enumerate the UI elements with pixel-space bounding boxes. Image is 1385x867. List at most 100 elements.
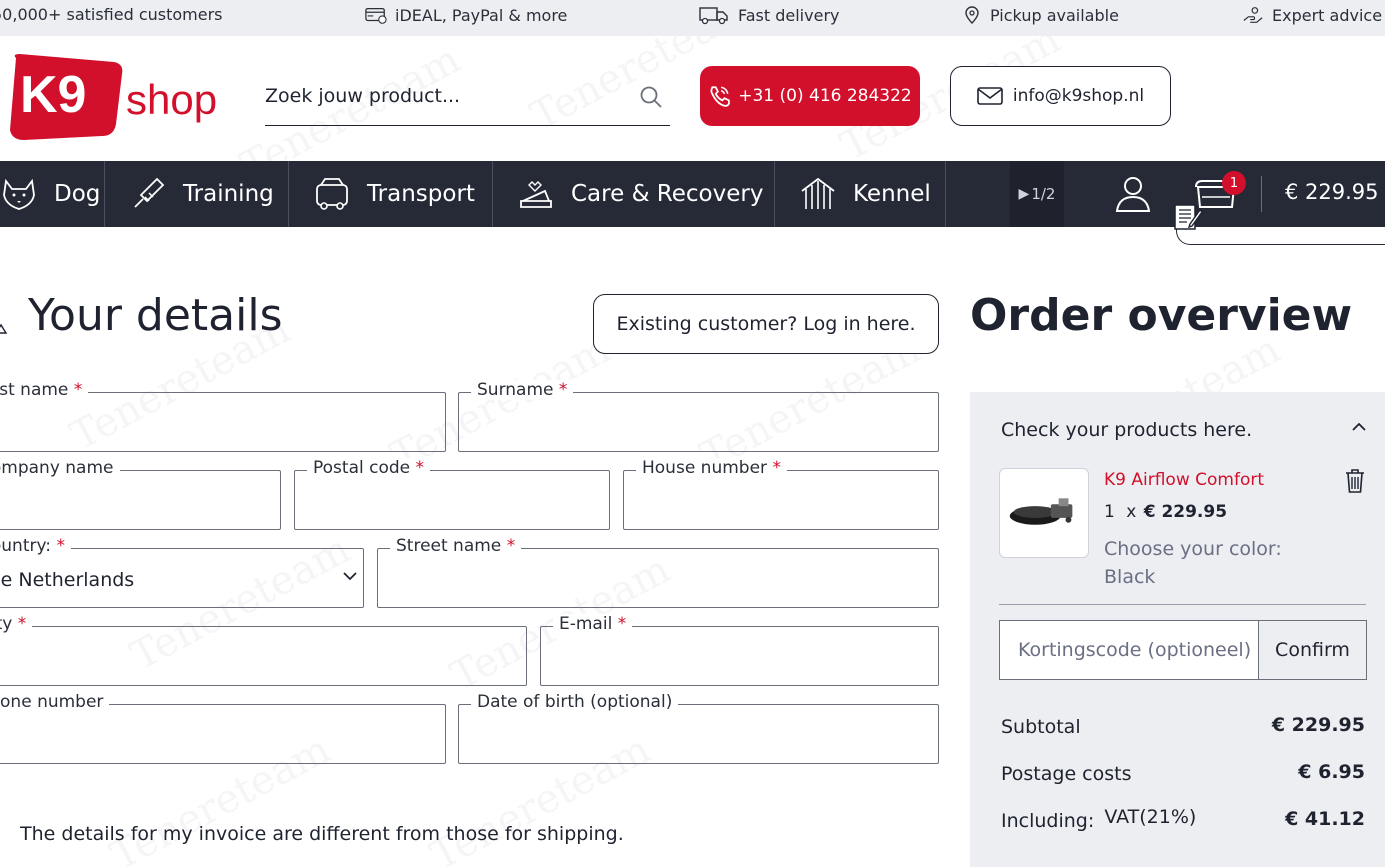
usp-bar: 50,000+ satisfied customers iDEAL, PayPa… <box>0 0 1385 36</box>
logo-word: shop <box>126 76 217 123</box>
kennel-icon <box>801 177 835 209</box>
surname-field[interactable]: Surname * <box>458 380 939 452</box>
nav-label-care-recovery: Care & Recovery <box>571 181 764 207</box>
including-label: Including: <box>1001 810 1095 832</box>
back-arrow-icon[interactable] <box>0 315 8 335</box>
usp-pickup-label: Pickup available <box>990 5 1119 25</box>
confirm-coupon-button[interactable]: Confirm <box>1258 621 1366 679</box>
usp-pickup: Pickup available <box>962 5 1119 25</box>
login-button[interactable]: Existing customer? Log in here. <box>593 294 939 354</box>
chevron-up-icon[interactable] <box>1352 422 1366 432</box>
usp-delivery-label: Fast delivery <box>738 5 840 25</box>
search-input[interactable] <box>265 80 625 112</box>
house-number-label: House number * <box>636 458 787 478</box>
notepad-icon[interactable] <box>1172 200 1204 232</box>
usp-delivery: Fast delivery <box>698 5 839 25</box>
nav-label-training: Training <box>183 181 274 207</box>
nav-item-care-recovery[interactable]: Care & Recovery <box>493 161 775 227</box>
vat-row: Including: VAT(21%) € 41.12 <box>1001 806 1365 832</box>
phone-number-label: Phone number <box>0 692 110 712</box>
email-label: E-mail * <box>553 614 633 634</box>
cart-total[interactable]: € 229.95 <box>1285 180 1379 204</box>
coupon-form: Confirm <box>999 620 1367 680</box>
postal-code-field[interactable]: Postal code * <box>294 458 610 530</box>
panel-divider <box>999 604 1366 605</box>
subtotal-row: Subtotal € 229.95 <box>1001 714 1365 738</box>
usp-customers: 50,000+ satisfied customers <box>0 5 223 24</box>
product-qty-times: x <box>1126 502 1137 522</box>
postage-value: € 6.95 <box>1298 761 1365 783</box>
training-icon <box>134 177 165 208</box>
care-icon <box>520 181 552 208</box>
country-label: Country: * <box>0 536 71 556</box>
first-name-field[interactable]: First name * <box>0 380 446 452</box>
phone-number: +31 (0) 416 284322 <box>738 86 912 106</box>
nav-pager-label: 1/2 <box>1031 185 1056 203</box>
street-name-label: Street name * <box>390 536 522 556</box>
nav-label-transport: Transport <box>367 181 475 207</box>
check-products-text[interactable]: Check your products here. <box>1001 419 1252 441</box>
product-option: Choose your color: Black <box>1104 538 1282 588</box>
vat-value: € 41.12 <box>1285 808 1365 830</box>
k9-shop-logo[interactable]: K9 shop <box>6 50 231 142</box>
city-label: City * <box>0 614 33 634</box>
product-thumbnail[interactable] <box>999 468 1089 558</box>
logo-mark: K9 <box>20 66 86 124</box>
dog-icon <box>3 178 35 210</box>
usp-customers-label: 50,000+ satisfied customers <box>0 5 223 24</box>
vat-label: VAT(21%) <box>1104 806 1197 828</box>
postal-code-label: Postal code * <box>307 458 431 478</box>
nav-label-kennel: Kennel <box>853 181 931 207</box>
trash-icon[interactable] <box>1344 468 1366 494</box>
usp-advice: Expert advice <box>1242 5 1382 25</box>
postage-label: Postage costs <box>1001 763 1132 785</box>
nav-item-kennel[interactable]: Kennel <box>775 161 946 227</box>
city-field[interactable]: City * <box>0 614 527 686</box>
order-summary-panel: Check your products here. K9 Airflow Com… <box>970 392 1385 867</box>
transport-icon <box>316 178 348 210</box>
usp-payment-label: iDEAL, PayPal & more <box>395 5 568 25</box>
nav-item-dog[interactable]: Dog <box>0 161 105 227</box>
date-of-birth-field[interactable]: Date of birth (optional) <box>458 692 939 764</box>
nav-separator <box>1261 176 1262 212</box>
play-icon: ▶ <box>1018 186 1030 202</box>
company-name-field[interactable]: Company name <box>0 458 281 530</box>
nav-pager[interactable]: ▶ 1/2 <box>1010 161 1064 227</box>
coupon-input[interactable] <box>1000 621 1258 679</box>
email-button[interactable]: info@k9shop.nl <box>950 66 1171 126</box>
email-address: info@k9shop.nl <box>1012 86 1145 106</box>
nav-item-training[interactable]: Training <box>105 161 289 227</box>
country-select[interactable]: Country: * The Netherlands <box>0 536 364 608</box>
phone-number-field[interactable]: Phone number <box>0 692 446 764</box>
email-field[interactable]: E-mail * <box>540 614 939 686</box>
subtotal-value: € 229.95 <box>1271 714 1365 736</box>
your-details-heading: Your details <box>28 290 283 341</box>
cart-count-badge: 1 <box>1222 171 1246 195</box>
product-price: € 229.95 <box>1143 502 1228 522</box>
company-name-label: Company name <box>0 458 120 478</box>
truck-icon <box>699 7 728 25</box>
street-name-field[interactable]: Street name * <box>377 536 939 608</box>
phone-icon <box>710 86 731 107</box>
logo-graphic: K9 shop <box>10 54 217 140</box>
product-name-link[interactable]: K9 Airflow Comfort <box>1104 470 1264 490</box>
account-icon[interactable] <box>1113 175 1153 213</box>
search-icon[interactable] <box>638 84 664 110</box>
date-of-birth-label: Date of birth (optional) <box>471 692 679 712</box>
advice-hand-icon <box>1243 7 1263 23</box>
invoice-different-text[interactable]: The details for my invoice are different… <box>20 823 624 845</box>
nav-item-transport[interactable]: Transport <box>289 161 493 227</box>
search-bar <box>265 70 670 126</box>
cart-dropdown-outline <box>1176 227 1385 245</box>
mail-icon <box>977 87 1003 105</box>
product-qty-value: 1 <box>1104 502 1115 522</box>
subtotal-label: Subtotal <box>1001 716 1081 738</box>
postage-row: Postage costs € 6.95 <box>1001 761 1365 785</box>
house-number-field[interactable]: House number * <box>623 458 939 530</box>
phone-button[interactable]: +31 (0) 416 284322 <box>700 66 920 126</box>
usp-payment: iDEAL, PayPal & more <box>365 5 567 25</box>
product-quantity: 1 x € 229.95 <box>1104 502 1227 522</box>
product-image <box>1009 498 1073 525</box>
location-pin-icon <box>965 6 979 24</box>
country-value: The Netherlands <box>0 569 135 591</box>
